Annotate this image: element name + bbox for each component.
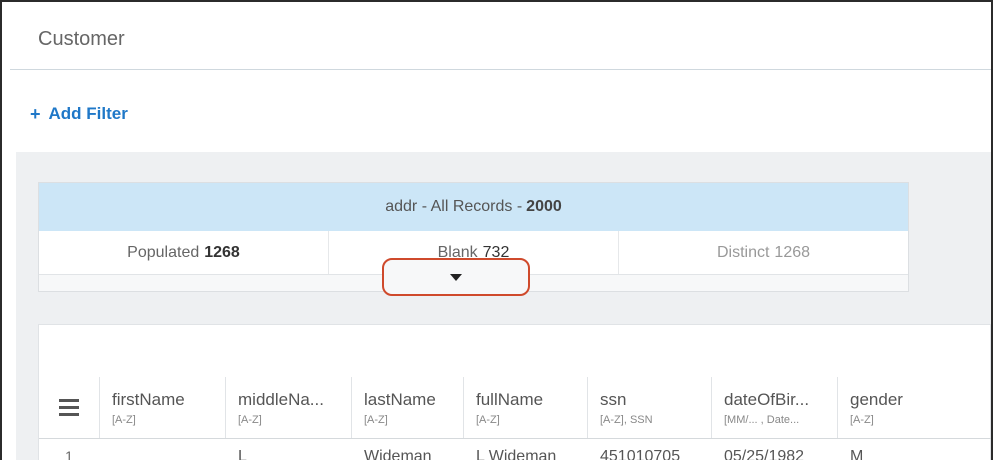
stat-distinct-label: Distinct — [716, 243, 770, 261]
table-row[interactable]: 1 L Wideman L Wideman 451010705 05/25/19… — [39, 440, 991, 460]
page-header: Customer — [10, 8, 991, 70]
column-header-gender[interactable]: gender [A-Z] — [837, 377, 959, 438]
table-cell: L — [238, 448, 247, 460]
stat-populated-label: Populated — [127, 243, 200, 261]
column-header-middlename[interactable]: middleNa... [A-Z] — [225, 377, 351, 438]
column-name: firstName — [112, 389, 185, 409]
summary-title: addr - All Records - — [385, 198, 523, 215]
stat-distinct-value: 1268 — [774, 243, 811, 261]
add-filter-button[interactable]: + Add Filter — [30, 104, 128, 124]
content-area: addr - All Records - 2000 Populated 1268… — [16, 152, 991, 460]
table-cell: 451010705 — [600, 448, 681, 460]
column-name: dateOfBir... — [724, 389, 810, 409]
table-cell — [99, 440, 225, 460]
column-header-firstname[interactable]: firstName [A-Z] — [99, 377, 225, 438]
summary-title-bar: addr - All Records - 2000 — [39, 183, 908, 231]
column-name: lastName — [364, 389, 436, 409]
column-header-fullname[interactable]: fullName [A-Z] — [463, 377, 587, 438]
column-format: [A-Z] — [850, 413, 874, 426]
summary-total: 2000 — [526, 198, 562, 215]
hamburger-icon — [59, 395, 79, 420]
stat-populated[interactable]: Populated 1268 — [39, 231, 329, 274]
stat-distinct[interactable]: Distinct 1268 — [619, 231, 908, 274]
column-format: [A-Z] — [112, 413, 136, 426]
column-format: [A-Z], SSN — [600, 413, 653, 426]
page-title: Customer — [38, 28, 125, 50]
add-filter-label: Add Filter — [48, 104, 128, 123]
plus-icon: + — [30, 104, 41, 124]
column-name: middleNa... — [238, 389, 324, 409]
row-number: 1 — [65, 448, 73, 460]
caret-down-icon — [450, 273, 462, 281]
column-name: gender — [850, 389, 903, 409]
column-format: [A-Z] — [364, 413, 388, 426]
column-format: [A-Z] — [238, 413, 262, 426]
expand-toggle-button[interactable] — [382, 258, 530, 296]
column-header-dateofbirth[interactable]: dateOfBir... [MM/... , Date... — [711, 377, 837, 438]
column-menu-button[interactable] — [39, 377, 99, 438]
table-cell: Wideman — [364, 448, 432, 460]
column-format: [A-Z] — [476, 413, 500, 426]
column-name: ssn — [600, 389, 627, 409]
column-header-lastname[interactable]: lastName [A-Z] — [351, 377, 463, 438]
column-name: fullName — [476, 389, 544, 409]
table-cell: 05/25/1982 — [724, 448, 805, 460]
column-header-ssn[interactable]: ssn [A-Z], SSN — [587, 377, 711, 438]
table-cell: L Wideman — [476, 448, 557, 460]
column-format: [MM/... , Date... — [724, 413, 800, 426]
table-cell: M — [850, 448, 864, 460]
data-table: firstName [A-Z] middleNa... [A-Z] lastNa… — [38, 324, 991, 460]
stat-populated-value: 1268 — [204, 243, 240, 261]
app-frame: Customer + Add Filter addr - All Records… — [0, 0, 993, 460]
table-header: firstName [A-Z] middleNa... [A-Z] lastNa… — [39, 377, 991, 439]
